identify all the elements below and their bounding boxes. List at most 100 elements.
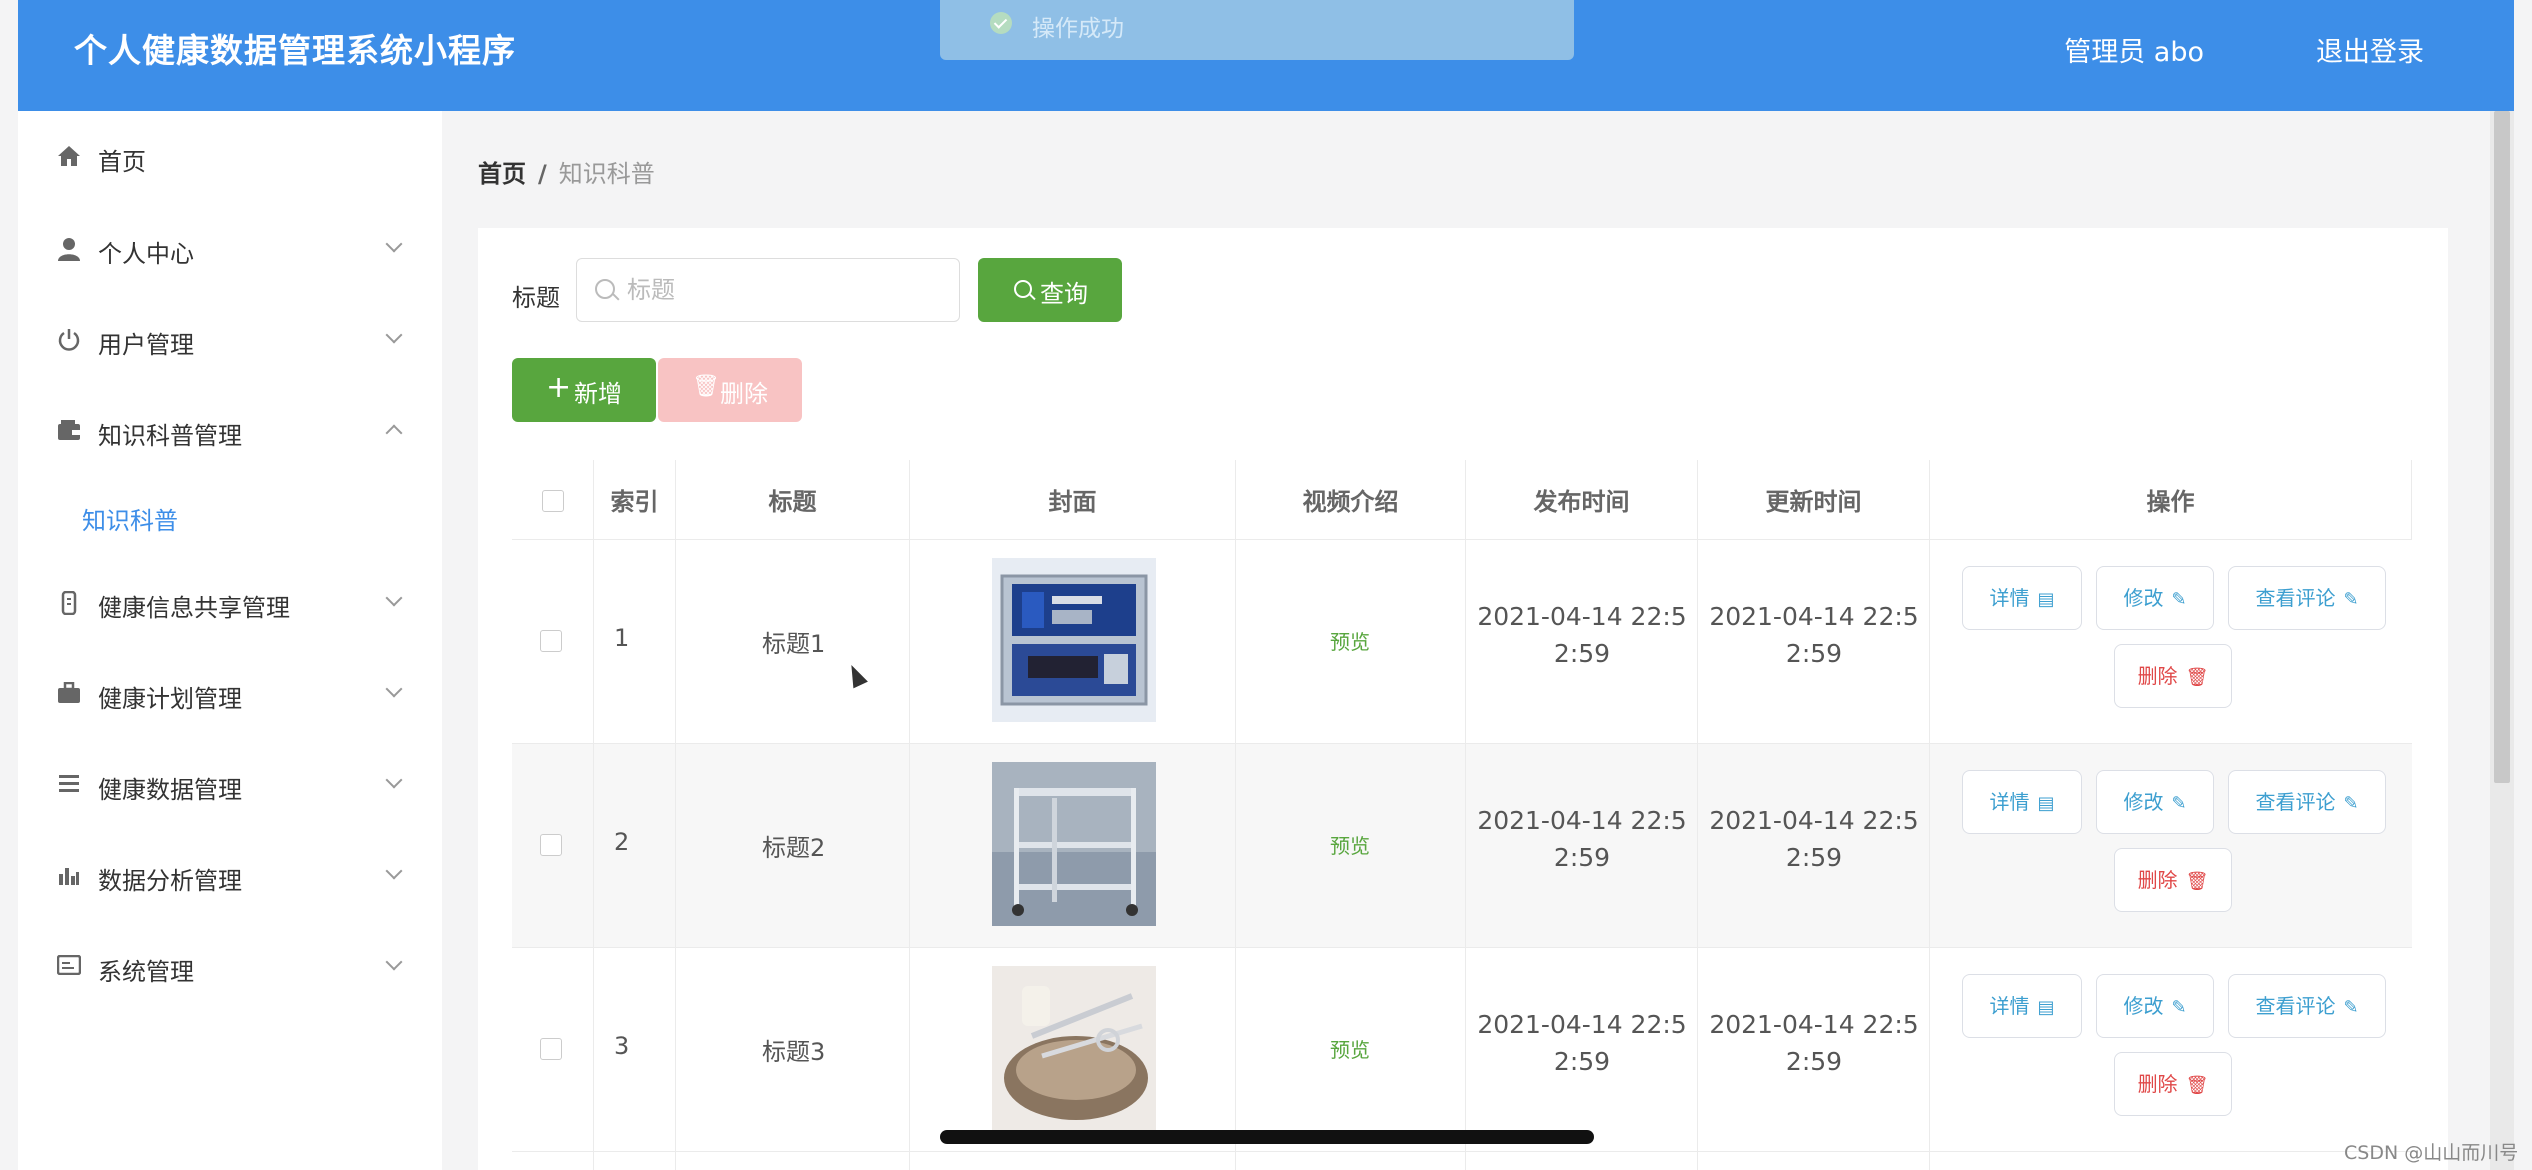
- update-time: 2021-04-14 22:5 2:59: [1709, 1010, 1919, 1076]
- header-publish-time: 发布时间: [1466, 460, 1698, 539]
- table-row: [512, 1152, 2412, 1170]
- video-preview-link[interactable]: 预览: [1330, 830, 1370, 859]
- sidebar-item-label: 用户管理: [98, 331, 194, 359]
- detail-button[interactable]: 详情 ▤: [1962, 770, 2082, 834]
- logout-link[interactable]: 退出登录: [2316, 30, 2424, 69]
- document-icon: ▤: [2037, 589, 2055, 610]
- user-icon: [56, 237, 82, 261]
- chevron-up-icon: [385, 424, 403, 442]
- edit-button[interactable]: 修改 ✎: [2096, 566, 2214, 630]
- sidebar-item-label: 知识科普管理: [98, 422, 242, 450]
- chevron-down-icon: [385, 326, 403, 344]
- chevron-down-icon: [385, 862, 403, 880]
- cover-image[interactable]: [992, 558, 1156, 722]
- add-button[interactable]: + 新增: [512, 358, 656, 422]
- video-preview-link[interactable]: 预览: [1330, 626, 1370, 655]
- success-toast: 操作成功: [940, 0, 1574, 60]
- wallet-icon: [56, 419, 82, 443]
- row-delete-button[interactable]: 删除 🗑: [2114, 1052, 2232, 1116]
- sidebar-item-home[interactable]: 首页: [18, 127, 442, 187]
- query-button[interactable]: 查询: [978, 258, 1122, 322]
- trash-icon: 🗑: [2185, 1075, 2209, 1096]
- trash-icon: 🗑: [2185, 871, 2209, 892]
- pencil-icon: ✎: [2171, 997, 2187, 1018]
- row-delete-button[interactable]: 删除 🗑: [2114, 644, 2232, 708]
- app-title: 个人健康数据管理系统小程序: [74, 31, 516, 70]
- breadcrumb-separator: /: [538, 160, 547, 188]
- app-window: 个人健康数据管理系统小程序 管理员 abo 退出登录 操作成功 首页 个人中心 …: [0, 0, 2532, 1170]
- bar-chart-icon: [56, 864, 82, 888]
- sidebar-item-system[interactable]: 系统管理: [18, 937, 442, 997]
- sidebar-item-label: 首页: [98, 148, 146, 176]
- plus-icon: +: [546, 370, 572, 405]
- sidebar-item-label: 健康数据管理: [98, 776, 242, 804]
- row-index: 3: [614, 1032, 630, 1060]
- row-delete-button[interactable]: 删除 🗑: [2114, 848, 2232, 912]
- sidebar-item-knowledge-management[interactable]: 知识科普管理: [18, 401, 442, 461]
- detail-button[interactable]: 详情 ▤: [1962, 566, 2082, 630]
- pencil-icon: ✎: [2171, 589, 2187, 610]
- home-indicator: [940, 1130, 1594, 1144]
- select-all-checkbox[interactable]: [542, 490, 564, 512]
- publish-time: 2021-04-14 22:5 2:59: [1477, 1010, 1687, 1076]
- sidebar-subitem-knowledge[interactable]: 知识科普: [18, 486, 442, 546]
- row-index: 1: [614, 624, 630, 652]
- search-label: 标题: [512, 284, 560, 312]
- bottle-icon: [56, 590, 82, 616]
- search-icon: [595, 279, 615, 299]
- header-actions: 操作: [1930, 460, 2412, 539]
- cover-image[interactable]: [992, 966, 1156, 1130]
- update-time: 2021-04-14 22:5 2:59: [1709, 602, 1919, 668]
- search-input[interactable]: [627, 273, 947, 307]
- briefcase-icon: [56, 681, 82, 706]
- row-title: 标题2: [762, 834, 826, 862]
- power-icon: [56, 328, 82, 352]
- video-preview-link[interactable]: 预览: [1330, 1034, 1370, 1063]
- edit-button[interactable]: 修改 ✎: [2096, 974, 2214, 1038]
- chevron-down-icon: [385, 235, 403, 253]
- view-comments-button[interactable]: 查看评论 ✎: [2228, 974, 2386, 1038]
- row-checkbox[interactable]: [540, 834, 562, 856]
- cover-image[interactable]: [992, 762, 1156, 926]
- sidebar-item-label: 健康计划管理: [98, 685, 242, 713]
- edit-button[interactable]: 修改 ✎: [2096, 770, 2214, 834]
- header-update-time: 更新时间: [1698, 460, 1930, 539]
- table-row: 1 标题1 预览 2021-04-14 22:5 2:59 2021-04-14…: [512, 540, 2412, 744]
- publish-time: 2021-04-14 22:5 2:59: [1477, 602, 1687, 668]
- check-circle-icon: [990, 12, 1012, 34]
- update-time: 2021-04-14 22:5 2:59: [1709, 806, 1919, 872]
- pencil-icon: ✎: [2343, 589, 2359, 610]
- header-index: 索引: [594, 460, 676, 539]
- table-row: 2 标题2 预览 2021-04-14 22:5 2:59 2021-04-14…: [512, 744, 2412, 948]
- breadcrumb-current: 知识科普: [558, 160, 655, 188]
- row-title: 标题1: [762, 630, 826, 658]
- chevron-down-icon: [385, 589, 403, 607]
- view-comments-button[interactable]: 查看评论 ✎: [2228, 770, 2386, 834]
- sidebar-item-health-share[interactable]: 健康信息共享管理: [18, 573, 442, 633]
- document-icon: ▤: [2037, 997, 2055, 1018]
- page-scrollbar[interactable]: [2490, 111, 2514, 1170]
- home-icon: [56, 145, 82, 169]
- batch-delete-button[interactable]: 🗑 删除: [658, 358, 802, 422]
- sidebar-item-label: 个人中心: [98, 240, 194, 268]
- sidebar-item-health-plan[interactable]: 健康计划管理: [18, 664, 442, 724]
- toast-message: 操作成功: [1032, 16, 1124, 42]
- add-button-label: 新增: [574, 380, 622, 408]
- row-checkbox[interactable]: [540, 1038, 562, 1060]
- detail-button[interactable]: 详情 ▤: [1962, 974, 2082, 1038]
- trash-icon: 🗑: [692, 374, 720, 399]
- sidebar-item-health-data[interactable]: 健康数据管理: [18, 755, 442, 815]
- pencil-icon: ✎: [2343, 793, 2359, 814]
- breadcrumb-home[interactable]: 首页: [478, 160, 526, 188]
- sidebar-item-users[interactable]: 用户管理: [18, 310, 442, 370]
- pencil-icon: ✎: [2343, 997, 2359, 1018]
- view-comments-button[interactable]: 查看评论 ✎: [2228, 566, 2386, 630]
- search-icon: [1014, 280, 1032, 298]
- document-icon: ▤: [2037, 793, 2055, 814]
- row-checkbox[interactable]: [540, 630, 562, 652]
- sidebar-item-personal[interactable]: 个人中心: [18, 219, 442, 279]
- sidebar-item-data-analysis[interactable]: 数据分析管理: [18, 846, 442, 906]
- sidebar-item-label: 系统管理: [98, 958, 194, 986]
- search-field[interactable]: [576, 258, 960, 322]
- scrollbar-thumb[interactable]: [2494, 111, 2510, 783]
